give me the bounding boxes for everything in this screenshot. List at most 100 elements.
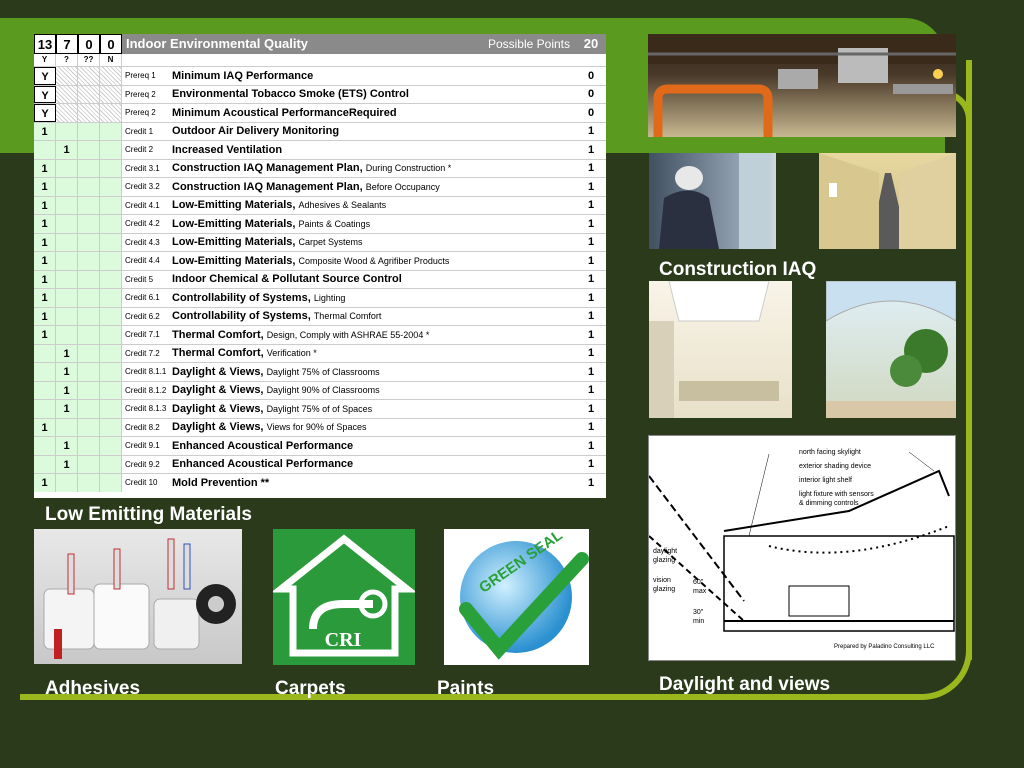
credit-code: Credit 3.1 bbox=[125, 163, 160, 173]
table-header: 13 7 0 0 Indoor Environmental Quality Po… bbox=[34, 34, 606, 54]
credit-title: Minimum IAQ Performance bbox=[172, 69, 314, 82]
status-cell bbox=[56, 215, 78, 233]
credit-points: 0 bbox=[587, 106, 595, 119]
status-cell bbox=[78, 270, 100, 288]
status-cell bbox=[34, 437, 56, 455]
subheader-unsure: ?? bbox=[78, 54, 100, 66]
credit-title: Thermal Comfort, bbox=[172, 347, 264, 360]
status-cell bbox=[78, 141, 100, 159]
status-cell bbox=[78, 326, 100, 344]
table-row: 1 Credit 4.1 Low-Emitting Materials, Adhes… bbox=[34, 195, 606, 214]
status-cell bbox=[100, 215, 122, 233]
credit-description: Enhanced Acoustical Performance bbox=[172, 458, 576, 470]
credit-points: 0 bbox=[587, 88, 595, 101]
credit-code: Credit 7.1 bbox=[125, 330, 160, 340]
status-cell bbox=[56, 104, 78, 122]
status-cell bbox=[78, 455, 100, 473]
credit-title: Daylight & Views, bbox=[172, 421, 264, 434]
status-cell: Y bbox=[34, 67, 56, 85]
credit-code: Credit 6.1 bbox=[125, 293, 160, 303]
label-vision: vision bbox=[653, 577, 671, 584]
table-row: 1 Credit 3.2 Construction IAQ Management P… bbox=[34, 177, 606, 196]
credit-subtitle: During Construction * bbox=[365, 163, 452, 174]
credit-points: 1 bbox=[587, 125, 595, 138]
possible-points-total: 20 bbox=[583, 36, 599, 51]
status-cell bbox=[56, 67, 78, 85]
status-cell: 1 bbox=[34, 289, 56, 307]
credit-points: 1 bbox=[587, 180, 595, 193]
credit-subtitle: Views for 90% of Spaces bbox=[266, 422, 367, 433]
status-cell bbox=[100, 122, 122, 140]
credit-code: Prereq 2 bbox=[125, 108, 156, 118]
status-cell bbox=[78, 67, 100, 85]
credit-description: Mold Prevention ** bbox=[172, 477, 576, 489]
credit-description: Low-Emitting Materials, Composite Wood &… bbox=[172, 255, 576, 267]
credit-subtitle: Thermal Comfort bbox=[313, 311, 382, 322]
credit-title: Mold Prevention ** bbox=[172, 476, 270, 489]
credit-subtitle: Daylight 75% of Classrooms bbox=[266, 366, 380, 377]
status-cell bbox=[78, 307, 100, 325]
status-cell bbox=[34, 455, 56, 473]
table-row: 1 Credit 9.2 Enhanced Acoustical Performan… bbox=[34, 454, 606, 473]
table-row: 1 Credit 9.1 Enhanced Acoustical Performan… bbox=[34, 436, 606, 455]
status-cell bbox=[78, 344, 100, 362]
status-cell: 1 bbox=[34, 418, 56, 436]
possible-points-label: Possible Points bbox=[487, 37, 570, 51]
status-cell: 1 bbox=[34, 159, 56, 177]
table-row: 1 Credit 2 Increased Ventilation 1 bbox=[34, 140, 606, 159]
status-cell bbox=[78, 474, 100, 492]
table-row: 1 Credit 5 Indoor Chemical & Pollutant Sou… bbox=[34, 269, 606, 288]
daylight-diagram: north facing skylight exterior shading d… bbox=[648, 435, 956, 661]
credit-description: Enhanced Acoustical Performance bbox=[172, 440, 576, 452]
status-cell bbox=[100, 437, 122, 455]
status-cell bbox=[100, 326, 122, 344]
green-seal-logo: GREEN SEAL bbox=[444, 529, 589, 665]
table-row: 1 Credit 8.2 Daylight & Views, Views for 9… bbox=[34, 417, 606, 436]
leed-credit-table: 13 7 0 0 Indoor Environmental Quality Po… bbox=[34, 34, 606, 498]
status-cell bbox=[78, 233, 100, 251]
status-cell: 1 bbox=[56, 400, 78, 418]
credit-subtitle: Carpet Systems bbox=[298, 237, 363, 248]
credit-points: 1 bbox=[587, 291, 595, 304]
credit-code: Credit 7.2 bbox=[125, 348, 160, 358]
table-row: Y Prereq 2 Environmental Tobacco Smoke (ET… bbox=[34, 84, 606, 103]
table-row: 1 Credit 4.4 Low-Emitting Materials, Compo… bbox=[34, 251, 606, 270]
credit-subtitle: Daylight 75% of of Spaces bbox=[266, 403, 373, 414]
status-cell bbox=[100, 270, 122, 288]
status-cell: 1 bbox=[56, 437, 78, 455]
atrium-photo-2 bbox=[826, 281, 956, 418]
credit-description: Controllability of Systems, Thermal Comf… bbox=[172, 310, 576, 322]
status-cell bbox=[78, 252, 100, 270]
status-cell: 1 bbox=[56, 381, 78, 399]
credit-code: Prereq 1 bbox=[125, 71, 156, 81]
status-cell bbox=[100, 252, 122, 270]
status-cell bbox=[78, 418, 100, 436]
annotation-dimming: & dimming controls bbox=[799, 500, 859, 507]
credit-code: Credit 9.2 bbox=[125, 459, 160, 469]
credit-subtitle: Paints & Coatings bbox=[298, 218, 371, 229]
credit-title: Outdoor Air Delivery Monitoring bbox=[172, 125, 340, 138]
credit-subtitle: Verification * bbox=[266, 348, 317, 359]
credit-subtitle: Daylight 90% of Classrooms bbox=[266, 385, 380, 396]
credit-description: Daylight & Views, Views for 90% of Space… bbox=[172, 421, 576, 433]
status-cell bbox=[100, 233, 122, 251]
credit-title: Construction IAQ Management Plan, bbox=[172, 162, 363, 175]
credit-title: Enhanced Acoustical Performance bbox=[172, 458, 354, 471]
credit-title: Enhanced Acoustical Performance bbox=[172, 439, 354, 452]
table-row: 1 Credit 8.1.3 Daylight & Views, Daylight … bbox=[34, 399, 606, 418]
status-cell: 1 bbox=[56, 455, 78, 473]
credit-description: Minimum IAQ Performance bbox=[172, 70, 576, 82]
status-cell bbox=[56, 233, 78, 251]
credit-code: Credit 4.1 bbox=[125, 200, 160, 210]
worker-photo bbox=[649, 153, 776, 249]
table-subheader: Y ? ?? N bbox=[34, 54, 606, 66]
credit-description: Environmental Tobacco Smoke (ETS) Contro… bbox=[172, 88, 576, 100]
credit-code: Credit 2 bbox=[125, 145, 154, 155]
daylight-views-label: Daylight and views bbox=[659, 674, 831, 695]
credit-points: 1 bbox=[587, 439, 595, 452]
credit-description: Low-Emitting Materials, Adhesives & Seal… bbox=[172, 199, 576, 211]
cri-logo: CRI bbox=[273, 529, 415, 665]
credit-subtitle: Adhesives & Sealants bbox=[298, 200, 387, 211]
status-cell: 1 bbox=[34, 252, 56, 270]
credit-points: 1 bbox=[587, 476, 595, 489]
